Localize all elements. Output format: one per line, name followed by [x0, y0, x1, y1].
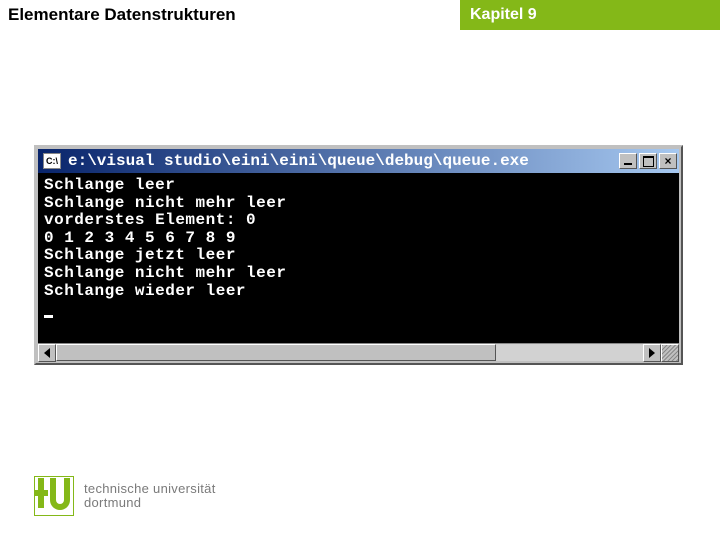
minimize-button[interactable] [619, 153, 637, 169]
scrollbar-track[interactable] [56, 344, 643, 361]
maximize-button[interactable] [639, 153, 657, 169]
console-line: Schlange wieder leer [44, 282, 246, 300]
horizontal-scrollbar[interactable] [38, 343, 679, 361]
titlebar: C:\ e:\visual studio\eini\eini\queue\deb… [38, 149, 679, 173]
university-line2: dortmund [84, 496, 216, 510]
scrollbar-thumb[interactable] [56, 344, 496, 361]
cursor-icon [44, 315, 53, 318]
slide-header: Elementare Datenstrukturen Kapitel 9 [0, 0, 720, 30]
chapter-label: Kapitel 9 [460, 0, 720, 30]
scroll-left-button[interactable] [38, 344, 56, 362]
arrow-right-icon [649, 348, 655, 358]
tu-dortmund-logo-icon [34, 476, 74, 516]
console-window: C:\ e:\visual studio\eini\eini\queue\deb… [34, 145, 683, 365]
page-title: Elementare Datenstrukturen [0, 0, 460, 30]
footer-logo: technische universität dortmund [34, 476, 216, 516]
console-line: 0 1 2 3 4 5 6 7 8 9 [44, 229, 236, 247]
resize-grip-icon[interactable] [661, 344, 679, 362]
console-output: Schlange leer Schlange nicht mehr leer v… [38, 173, 679, 343]
console-line: Schlange leer [44, 176, 175, 194]
scroll-right-button[interactable] [643, 344, 661, 362]
close-button[interactable]: × [659, 153, 677, 169]
console-line: Schlange jetzt leer [44, 246, 236, 264]
university-line1: technische universität [84, 482, 216, 496]
arrow-left-icon [44, 348, 50, 358]
cmd-icon: C:\ [43, 153, 61, 169]
console-line: vorderstes Element: 0 [44, 211, 256, 229]
university-name: technische universität dortmund [84, 482, 216, 509]
titlebar-path: e:\visual studio\eini\eini\queue\debug\q… [64, 152, 617, 170]
console-line: Schlange nicht mehr leer [44, 264, 286, 282]
console-line: Schlange nicht mehr leer [44, 194, 286, 212]
